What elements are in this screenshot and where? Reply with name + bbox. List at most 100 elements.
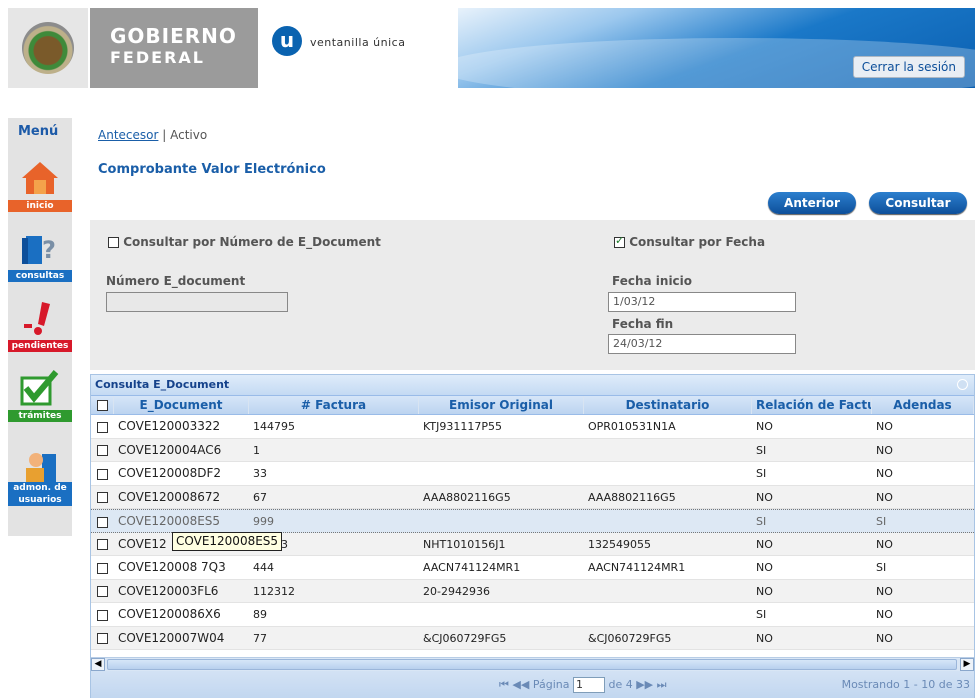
next-page-icon[interactable]: ▶▶ bbox=[636, 678, 653, 691]
menu-label-admon: admon. de usuarios bbox=[8, 482, 72, 506]
collapse-icon[interactable] bbox=[957, 379, 968, 390]
table-row[interactable]: COVE120007W04 77 &CJ060729FG5 &CJ060729FG5 N… bbox=[91, 626, 974, 650]
column-header-destinatario[interactable]: Destinatario bbox=[584, 396, 752, 414]
breadcrumb-link-antecesor[interactable]: Antecesor bbox=[98, 128, 158, 142]
by-number-checkbox[interactable] bbox=[108, 237, 119, 248]
select-all-checkbox[interactable] bbox=[96, 400, 108, 411]
select-all-cell[interactable] bbox=[91, 396, 114, 414]
row-select-cell[interactable] bbox=[91, 627, 114, 650]
query-button[interactable]: Consultar bbox=[869, 192, 967, 214]
menu-item-consultas[interactable]: ? consultas bbox=[8, 228, 72, 284]
cell-emisor bbox=[419, 462, 584, 485]
menu-item-pendientes[interactable]: pendientes bbox=[8, 298, 72, 354]
cell-factura: 144795 bbox=[253, 420, 295, 433]
row-checkbox[interactable] bbox=[97, 468, 108, 480]
end-date-input[interactable]: 24/03/12 bbox=[608, 334, 796, 354]
gov-subtitle: FEDERAL bbox=[110, 48, 205, 67]
row-select-cell[interactable] bbox=[91, 510, 114, 532]
page-of-label: de 4 bbox=[608, 678, 633, 691]
menu-label-consultas: consultas bbox=[8, 270, 72, 282]
number-label: Número E_document bbox=[106, 274, 246, 288]
page-number-input[interactable]: 1 bbox=[572, 677, 605, 693]
grid-header: E_Document # Factura Emisor Original Des… bbox=[91, 395, 974, 415]
page-label: Página bbox=[532, 678, 570, 691]
row-select-cell[interactable] bbox=[91, 533, 114, 556]
table-row[interactable]: COVE120008672 67 AAA8802116G5 AAA8802116G5 N… bbox=[91, 485, 974, 509]
row-checkbox[interactable] bbox=[97, 562, 108, 574]
menu-item-inicio[interactable]: inicio bbox=[8, 158, 72, 214]
option-by-date[interactable]: Consultar por Fecha bbox=[614, 234, 765, 249]
row-select-cell[interactable] bbox=[91, 439, 114, 462]
breadcrumb-current: Activo bbox=[170, 128, 208, 142]
coat-of-arms-icon bbox=[22, 22, 74, 74]
cell-relacion: NO bbox=[756, 490, 773, 504]
cell-relacion: NO bbox=[756, 420, 773, 433]
cell-emisor bbox=[419, 603, 584, 626]
page-title: Comprobante Valor Electrónico bbox=[98, 162, 326, 177]
table-row[interactable]: COVE120004AC6 1 SI NO bbox=[91, 438, 974, 462]
grid-title-bar: Consulta E_Document bbox=[91, 375, 974, 395]
table-row[interactable]: COVE120008ES5 999 SI SI bbox=[91, 509, 974, 533]
cell-factura: 112312 bbox=[253, 584, 295, 598]
scroll-left-icon[interactable]: ◀ bbox=[91, 658, 105, 671]
row-checkbox[interactable] bbox=[97, 633, 108, 644]
scroll-right-icon[interactable]: ▶ bbox=[960, 658, 974, 671]
row-checkbox[interactable] bbox=[97, 516, 108, 528]
start-date-label: Fecha inicio bbox=[612, 274, 693, 288]
column-header-e-document[interactable]: E_Document bbox=[114, 396, 249, 414]
horizontal-scrollbar[interactable]: ◀ ▶ bbox=[91, 657, 974, 671]
row-select-cell[interactable] bbox=[91, 580, 114, 603]
header: GOBIERNO FEDERAL u ventanilla única Cerr… bbox=[0, 0, 975, 90]
row-checkbox[interactable] bbox=[97, 445, 108, 456]
table-row[interactable]: COVE120008DF2 33 SI NO bbox=[91, 462, 974, 486]
cell-emisor: &CJ060729FG5 bbox=[423, 631, 507, 645]
previous-button[interactable]: Anterior bbox=[768, 192, 856, 214]
last-page-icon[interactable]: ⏭ bbox=[657, 678, 667, 691]
logout-button[interactable]: Cerrar la sesión bbox=[852, 56, 965, 78]
side-menu: Menú inicio ? consultas pendientes trámi… bbox=[8, 118, 72, 536]
scroll-thumb[interactable] bbox=[107, 659, 957, 670]
cell-relacion: NO bbox=[756, 584, 773, 598]
svg-text:?: ? bbox=[42, 236, 56, 264]
menu-label-inicio: inicio bbox=[8, 200, 72, 212]
column-header-emisor[interactable]: Emisor Original bbox=[419, 396, 584, 414]
row-checkbox[interactable] bbox=[97, 586, 108, 597]
table-row[interactable]: COVE120008 7Q3 444 AACN741124MR1 AACN741124… bbox=[91, 556, 974, 580]
menu-label-tramites: trámites bbox=[8, 410, 72, 422]
table-row[interactable]: COVE120003FL6 112312 20-2942936 NO NO bbox=[91, 579, 974, 603]
start-date-input[interactable]: 1/03/12 bbox=[608, 292, 796, 312]
row-select-cell[interactable] bbox=[91, 486, 114, 509]
cell-emisor: NHT1010156J1 bbox=[423, 537, 506, 551]
prev-page-icon[interactable]: ◀◀ bbox=[512, 678, 529, 691]
column-header-factura[interactable]: # Factura bbox=[249, 396, 419, 414]
cell-emisor: AAA8802116G5 bbox=[423, 490, 511, 504]
row-checkbox[interactable] bbox=[97, 539, 108, 550]
column-header-adendas[interactable]: Adendas bbox=[872, 396, 974, 414]
cell-factura: 999 bbox=[253, 515, 274, 528]
row-checkbox[interactable] bbox=[97, 609, 108, 621]
column-header-relacion[interactable]: Relación de Factur bbox=[752, 396, 872, 414]
row-checkbox[interactable] bbox=[97, 492, 108, 503]
row-select-cell[interactable] bbox=[91, 462, 114, 485]
number-input[interactable] bbox=[106, 292, 288, 312]
vu-text: ventanilla única bbox=[310, 36, 406, 49]
row-select-cell[interactable] bbox=[91, 415, 114, 438]
menu-item-admon-usuarios[interactable]: admon. de usuarios bbox=[8, 448, 72, 512]
cell-destinatario: &CJ060729FG5 bbox=[588, 631, 672, 645]
ventanilla-unica-logo: u ventanilla única bbox=[258, 8, 458, 88]
by-date-checkbox[interactable] bbox=[614, 234, 625, 248]
row-select-cell[interactable] bbox=[91, 556, 114, 579]
first-page-icon[interactable]: ⏮ bbox=[499, 678, 509, 691]
cell-emisor: KTJ931117P55 bbox=[423, 420, 502, 433]
table-row[interactable]: COVE1200086X6 89 SI NO bbox=[91, 603, 974, 627]
table-row[interactable]: COVE120003322 144795 KTJ931117P55 OPR010531… bbox=[91, 415, 974, 439]
row-select-cell[interactable] bbox=[91, 603, 114, 626]
cell-e-document: COVE120004AC6 bbox=[118, 442, 222, 457]
row-checkbox[interactable] bbox=[97, 421, 108, 433]
cell-adendas: NO bbox=[876, 584, 893, 598]
cell-relacion: SI bbox=[756, 608, 767, 621]
cell-emisor bbox=[419, 439, 584, 462]
menu-item-tramites[interactable]: trámites bbox=[8, 368, 72, 424]
option-by-number[interactable]: Consultar por Número de E_Document bbox=[108, 235, 381, 249]
cell-destinatario bbox=[584, 439, 752, 462]
